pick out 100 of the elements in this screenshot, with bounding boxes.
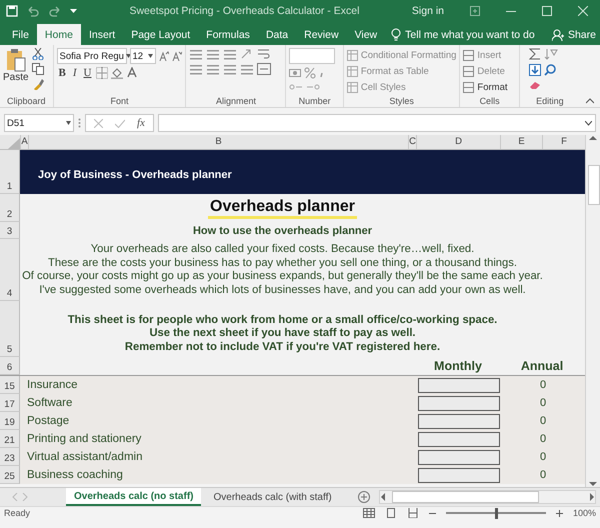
cells-menu-button[interactable]: Format — [463, 80, 516, 95]
cost-label: Business coaching — [26, 469, 124, 481]
font-size-field[interactable]: 12 — [130, 48, 156, 64]
font-color-icon[interactable] — [126, 67, 138, 79]
ribbon-tab[interactable]: View — [346, 24, 386, 45]
monthly-input[interactable] — [418, 450, 500, 464]
table-icon — [346, 50, 358, 61]
cut-icon[interactable] — [32, 48, 44, 60]
ribbon-tab[interactable]: Insert — [80, 24, 124, 45]
clipboard-icon — [6, 48, 26, 72]
column-header[interactable]: C — [409, 136, 416, 147]
font-style-button[interactable]: B — [56, 67, 68, 79]
normal-view-icon[interactable] — [362, 508, 375, 518]
scroll-up-icon[interactable] — [589, 135, 597, 141]
font-style-button[interactable]: U — [82, 67, 94, 79]
ribbon-tab[interactable]: File — [4, 24, 37, 45]
borders-icon[interactable] — [96, 67, 108, 79]
tell-me-field[interactable]: Tell me what you want to do — [405, 28, 535, 40]
paste-button[interactable]: Paste — [3, 48, 29, 95]
grow-font-icon[interactable] — [158, 51, 168, 61]
insert-function-button[interactable]: fx — [137, 117, 145, 129]
fill-down-icon[interactable] — [528, 64, 541, 76]
close-icon[interactable] — [578, 6, 588, 16]
ribbon-tab[interactable]: Review — [296, 24, 347, 45]
group-label: Cells — [478, 95, 501, 107]
brush-icon[interactable] — [32, 78, 44, 90]
column-header[interactable]: F — [561, 136, 567, 147]
row-number[interactable]: 4 — [6, 287, 12, 300]
sort-icon[interactable] — [544, 48, 558, 60]
restore-icon[interactable] — [470, 6, 480, 16]
table-icon — [346, 66, 358, 77]
banner-title: Joy of Business - Overheads planner — [38, 169, 232, 181]
collapse-ribbon-icon[interactable] — [586, 98, 594, 104]
monthly-input[interactable] — [418, 378, 500, 392]
sign-in-link[interactable]: Sign in — [412, 5, 444, 17]
caret-icon[interactable] — [70, 8, 77, 14]
column-header[interactable]: E — [518, 136, 525, 147]
fill-color-icon[interactable] — [111, 67, 124, 79]
person-icon[interactable] — [552, 28, 564, 40]
increase-decimal-icon[interactable] — [289, 82, 304, 92]
share-button[interactable]: Share — [568, 28, 596, 40]
shrink-font-icon[interactable] — [172, 51, 182, 61]
row-number[interactable]: 5 — [6, 343, 12, 356]
percent-icon[interactable] — [304, 67, 316, 79]
group-label: Font — [109, 95, 130, 107]
annual-value: 0 — [538, 379, 548, 391]
vertical-scrollbar[interactable] — [585, 135, 600, 487]
font-style-button[interactable]: I — [70, 67, 79, 79]
monthly-input[interactable] — [418, 396, 500, 410]
copy-icon[interactable] — [32, 63, 44, 75]
monthly-input[interactable] — [418, 432, 500, 446]
monthly-input[interactable] — [418, 468, 500, 482]
decrease-decimal-icon[interactable] — [306, 82, 320, 92]
wrap-text-icon[interactable] — [257, 48, 272, 60]
annual-value: 0 — [538, 469, 548, 481]
sheet-tab[interactable]: Overheads calc (with staff) — [205, 488, 340, 506]
zoom-in-icon[interactable] — [556, 510, 563, 516]
currency-icon[interactable] — [289, 67, 302, 79]
sheet-tab[interactable]: Overheads calc (no staff) — [66, 488, 202, 506]
ribbon-tab[interactable]: Home — [36, 24, 81, 45]
ribbon-tab[interactable]: Data — [258, 24, 296, 45]
ribbon-tab[interactable]: Formulas — [198, 24, 258, 45]
undo-icon[interactable] — [26, 5, 40, 17]
caret-icon — [66, 121, 71, 125]
merge-icon[interactable] — [257, 63, 272, 75]
number-format-field[interactable] — [289, 48, 336, 64]
column-header[interactable]: B — [215, 136, 222, 147]
cost-label: Postage — [26, 415, 70, 427]
status-text: Ready — [4, 508, 30, 518]
scroll-thumb[interactable] — [392, 491, 539, 503]
row-number[interactable]: 2 — [6, 208, 12, 221]
scroll-thumb[interactable] — [588, 165, 600, 205]
search-icon[interactable] — [544, 64, 556, 76]
dots-icon — [78, 118, 81, 128]
column-heading: Monthly — [433, 359, 483, 373]
cost-label: Virtual assistant/admin — [26, 451, 144, 463]
lightbulb-icon[interactable] — [391, 28, 402, 41]
zoom-level[interactable]: 100% — [572, 508, 596, 518]
window-title: Sweetspot Pricing - Overheads Calculator - Excel — [128, 5, 360, 17]
page-layout-view-icon[interactable] — [384, 508, 397, 518]
formula-field[interactable] — [158, 114, 596, 132]
save-icon[interactable] — [6, 5, 18, 17]
scroll-right-icon[interactable] — [589, 493, 595, 501]
monthly-input[interactable] — [418, 414, 500, 428]
column-heading: Annual — [520, 359, 564, 373]
page-break-view-icon[interactable] — [406, 508, 419, 518]
column-header[interactable]: A — [21, 136, 28, 147]
maximize-icon[interactable] — [542, 6, 552, 16]
group-label: Alignment — [214, 95, 257, 107]
redo-icon[interactable] — [48, 5, 62, 17]
sum-icon[interactable] — [528, 48, 541, 60]
column-header[interactable]: D — [455, 136, 462, 147]
row-number[interactable]: 1 — [6, 180, 12, 193]
eraser-icon[interactable] — [528, 80, 541, 90]
scroll-left-icon[interactable] — [380, 493, 386, 501]
zoom-slider-thumb[interactable] — [494, 508, 498, 518]
horizontal-scrollbar[interactable] — [379, 490, 596, 504]
ribbon-tab[interactable]: Page Layout — [123, 24, 198, 45]
add-sheet-icon[interactable] — [358, 491, 370, 503]
name-box[interactable]: D51 — [4, 114, 74, 132]
